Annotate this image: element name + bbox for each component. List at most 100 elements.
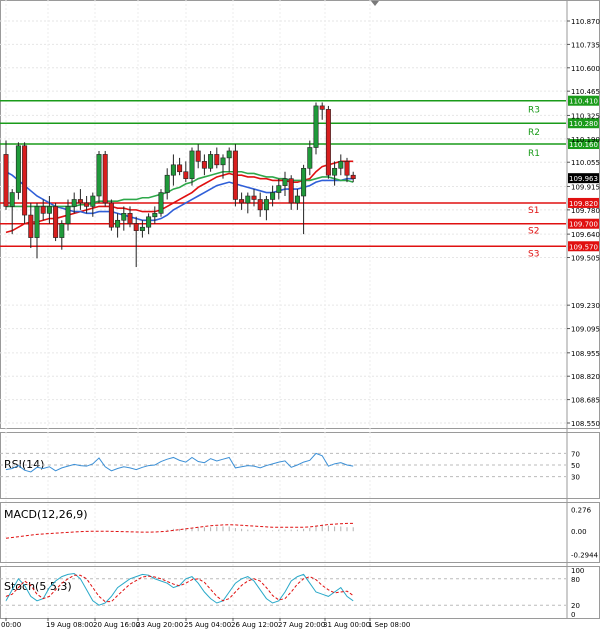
time-tick-label: 19 Aug 08:00 xyxy=(46,621,93,629)
price-tick-label: 108.820 xyxy=(571,373,600,381)
price-tick-label: 109.230 xyxy=(571,302,600,310)
support-resistance-levels: R3110.410R2110.280R1110.160S1109.820S210… xyxy=(0,95,599,259)
candle-bull xyxy=(220,157,226,166)
candle-bull xyxy=(276,185,282,193)
rsi-tick-label: 70 xyxy=(571,450,580,458)
price-tick-label: 108.955 xyxy=(571,350,600,358)
candle-bull xyxy=(332,167,338,176)
price-tick-label: 110.055 xyxy=(571,159,600,167)
candle-bear xyxy=(183,171,189,179)
price-tick-label: 110.600 xyxy=(571,65,600,73)
level-price-tag-text: 110.280 xyxy=(569,120,598,128)
level-name-s2: S2 xyxy=(528,227,539,237)
candle-bull xyxy=(307,147,313,169)
candle-bear xyxy=(28,214,34,238)
candle-bear xyxy=(251,195,257,200)
candle-bear xyxy=(344,161,350,176)
level-price-tag-text: 109.570 xyxy=(569,243,598,251)
candle-bear xyxy=(102,154,108,204)
candle-bear xyxy=(288,178,294,204)
candle-bear xyxy=(53,206,59,238)
candle-bear xyxy=(232,150,238,200)
candle-bull xyxy=(170,164,176,176)
price-tick-label: 109.780 xyxy=(571,207,600,215)
candle-bull xyxy=(96,154,102,197)
candle-bull xyxy=(208,154,214,169)
candle-bull xyxy=(158,192,164,214)
pane-border xyxy=(0,566,600,619)
price-tick-label: 110.735 xyxy=(571,41,600,49)
candle-bull xyxy=(15,145,21,193)
candle-bull xyxy=(71,199,77,207)
candle-bull xyxy=(115,219,121,228)
candle-bear xyxy=(201,161,207,169)
price-tick-label: 109.095 xyxy=(571,326,600,334)
candle-bear xyxy=(77,199,83,204)
candle-bear xyxy=(257,199,263,211)
macd-label: MACD(12,26,9) xyxy=(4,508,88,521)
candle-bear xyxy=(108,202,114,228)
candle-bear xyxy=(84,202,90,207)
level-price-tag-text: 110.410 xyxy=(569,98,598,106)
level-name-s3: S3 xyxy=(528,249,539,259)
rsi-tick-label: 50 xyxy=(571,462,580,470)
candle-bull xyxy=(139,226,145,231)
candlesticks xyxy=(3,102,356,268)
macd-tick-label: -0.2944 xyxy=(571,551,599,559)
stoch-pane: Stoch(5,5,3) 10080200 xyxy=(0,567,584,619)
current-price-text: 109.963 xyxy=(569,175,598,183)
candle-bull xyxy=(313,105,319,148)
grid-lines xyxy=(0,0,566,618)
level-name-s1: S1 xyxy=(528,206,539,216)
time-tick-label: 00:00 xyxy=(1,621,21,629)
level-name-r2: R2 xyxy=(528,128,540,138)
candle-bear xyxy=(214,154,220,166)
price-tick-label: 110.325 xyxy=(571,112,600,120)
candle-bear xyxy=(22,145,28,216)
pane-border xyxy=(0,502,600,563)
candle-bear xyxy=(3,154,9,207)
candle-bull xyxy=(226,150,232,159)
time-tick-label: 1 Sep 08:00 xyxy=(368,621,410,629)
candle-bull xyxy=(164,174,170,193)
price-tick-label: 108.685 xyxy=(571,397,600,405)
candle-bear xyxy=(177,164,183,173)
candle-bear xyxy=(325,109,331,176)
level-price-tag-text: 109.700 xyxy=(569,221,598,229)
macd-tick-label: 0.00 xyxy=(571,528,587,536)
candle-bull xyxy=(65,206,71,225)
level-name-r3: R3 xyxy=(528,106,540,116)
price-tick-label: 109.640 xyxy=(571,231,600,239)
candle-bear xyxy=(127,213,133,225)
time-tick-label: 27 Aug 20:00 xyxy=(278,621,325,629)
level-name-r1: R1 xyxy=(528,149,540,159)
candle-bull xyxy=(90,195,96,207)
candle-bear xyxy=(40,206,46,214)
time-tick-label: 25 Aug 04:00 xyxy=(184,621,231,629)
price-tick-label: 110.870 xyxy=(571,18,600,26)
candle-bull xyxy=(263,199,269,211)
time-axis: 00:00 19 Aug 08:00 20 Aug 16:0023 Aug 20:0… xyxy=(1,618,410,629)
macd-tick-label: 0.276 xyxy=(571,506,592,514)
stoch-tick-label: 0 xyxy=(571,611,575,619)
price-tick-label: 110.190 xyxy=(571,136,600,144)
collapse-arrow-icon[interactable] xyxy=(371,1,379,6)
rsi-line xyxy=(5,452,354,473)
candle-bull xyxy=(9,192,15,207)
candle-bear xyxy=(195,150,201,162)
candle-bull xyxy=(189,150,195,179)
pane-border xyxy=(0,0,600,429)
candle-bull xyxy=(59,223,65,238)
candle-bull xyxy=(301,167,307,197)
rsi-tick-label: 30 xyxy=(571,474,580,482)
time-tick-label: 20 Aug 16:00 xyxy=(93,621,140,629)
candle-bull xyxy=(46,206,52,214)
candle-bull xyxy=(270,192,276,200)
stoch-tick-label: 20 xyxy=(571,602,580,610)
price-tick-label: 108.550 xyxy=(571,420,600,428)
time-tick-label: 31 Aug 00:00 xyxy=(323,621,370,629)
candle-bear xyxy=(350,174,356,179)
macd-pane: MACD(12,26,9) 0.276 0.00 -0.2944 xyxy=(4,506,599,559)
chart-frame xyxy=(0,0,600,619)
candle-bull xyxy=(338,161,344,169)
